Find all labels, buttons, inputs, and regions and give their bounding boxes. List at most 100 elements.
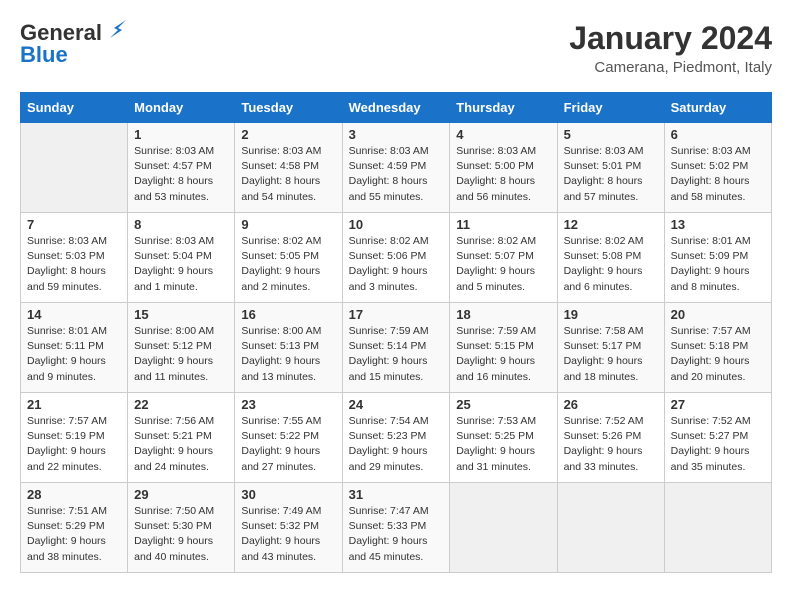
weekday-header-friday: Friday bbox=[557, 93, 664, 123]
weekday-header-saturday: Saturday bbox=[664, 93, 771, 123]
calendar-cell: 18 Sunrise: 7:59 AMSunset: 5:15 PMDayligh… bbox=[450, 303, 557, 393]
day-number: 26 bbox=[564, 397, 658, 412]
calendar-table: SundayMondayTuesdayWednesdayThursdayFrid… bbox=[20, 92, 772, 573]
calendar-cell: 29 Sunrise: 7:50 AMSunset: 5:30 PMDayligh… bbox=[128, 483, 235, 573]
day-number: 6 bbox=[671, 127, 765, 142]
calendar-cell: 1 Sunrise: 8:03 AMSunset: 4:57 PMDaylight… bbox=[128, 123, 235, 213]
calendar-cell: 30 Sunrise: 7:49 AMSunset: 5:32 PMDayligh… bbox=[235, 483, 342, 573]
day-info: Sunrise: 8:02 AMSunset: 5:05 PMDaylight:… bbox=[241, 234, 335, 295]
day-info: Sunrise: 7:59 AMSunset: 5:14 PMDaylight:… bbox=[349, 324, 444, 385]
weekday-header-thursday: Thursday bbox=[450, 93, 557, 123]
day-info: Sunrise: 7:52 AMSunset: 5:26 PMDaylight:… bbox=[564, 414, 658, 475]
day-info: Sunrise: 7:59 AMSunset: 5:15 PMDaylight:… bbox=[456, 324, 550, 385]
day-info: Sunrise: 8:03 AMSunset: 5:04 PMDaylight:… bbox=[134, 234, 228, 295]
day-number: 12 bbox=[564, 217, 658, 232]
logo-icon bbox=[104, 20, 126, 42]
day-number: 30 bbox=[241, 487, 335, 502]
day-number: 15 bbox=[134, 307, 228, 322]
day-info: Sunrise: 7:47 AMSunset: 5:33 PMDaylight:… bbox=[349, 504, 444, 565]
day-number: 13 bbox=[671, 217, 765, 232]
weekday-header-sunday: Sunday bbox=[21, 93, 128, 123]
day-info: Sunrise: 7:55 AMSunset: 5:22 PMDaylight:… bbox=[241, 414, 335, 475]
calendar-cell: 14 Sunrise: 8:01 AMSunset: 5:11 PMDayligh… bbox=[21, 303, 128, 393]
calendar-cell: 22 Sunrise: 7:56 AMSunset: 5:21 PMDayligh… bbox=[128, 393, 235, 483]
weekday-header-row: SundayMondayTuesdayWednesdayThursdayFrid… bbox=[21, 93, 772, 123]
day-number: 28 bbox=[27, 487, 121, 502]
month-title: January 2024 bbox=[569, 20, 772, 57]
day-number: 14 bbox=[27, 307, 121, 322]
day-number: 24 bbox=[349, 397, 444, 412]
calendar-cell: 27Sunrise: 7:52 AMSunset: 5:27 PMDayligh… bbox=[664, 393, 771, 483]
day-info: Sunrise: 8:03 AMSunset: 4:57 PMDaylight:… bbox=[134, 144, 228, 205]
title-block: January 2024 Camerana, Piedmont, Italy bbox=[569, 20, 772, 76]
day-info: Sunrise: 8:03 AMSunset: 5:02 PMDaylight:… bbox=[671, 144, 765, 205]
day-info: Sunrise: 8:02 AMSunset: 5:06 PMDaylight:… bbox=[349, 234, 444, 295]
day-info: Sunrise: 8:00 AMSunset: 5:12 PMDaylight:… bbox=[134, 324, 228, 385]
day-number: 22 bbox=[134, 397, 228, 412]
calendar-cell: 9 Sunrise: 8:02 AMSunset: 5:05 PMDaylight… bbox=[235, 213, 342, 303]
day-number: 4 bbox=[456, 127, 550, 142]
calendar-cell: 13 Sunrise: 8:01 AMSunset: 5:09 PMDayligh… bbox=[664, 213, 771, 303]
day-number: 2 bbox=[241, 127, 335, 142]
calendar-week-row: 14 Sunrise: 8:01 AMSunset: 5:11 PMDayligh… bbox=[21, 303, 772, 393]
day-info: Sunrise: 7:53 AMSunset: 5:25 PMDaylight:… bbox=[456, 414, 550, 475]
day-number: 29 bbox=[134, 487, 228, 502]
calendar-cell: 20Sunrise: 7:57 AMSunset: 5:18 PMDayligh… bbox=[664, 303, 771, 393]
calendar-week-row: 1 Sunrise: 8:03 AMSunset: 4:57 PMDaylight… bbox=[21, 123, 772, 213]
calendar-cell: 11 Sunrise: 8:02 AMSunset: 5:07 PMDayligh… bbox=[450, 213, 557, 303]
day-info: Sunrise: 8:01 AMSunset: 5:09 PMDaylight:… bbox=[671, 234, 765, 295]
day-info: Sunrise: 7:54 AMSunset: 5:23 PMDaylight:… bbox=[349, 414, 444, 475]
day-info: Sunrise: 7:52 AMSunset: 5:27 PMDaylight:… bbox=[671, 414, 765, 475]
calendar-cell: 17 Sunrise: 7:59 AMSunset: 5:14 PMDayligh… bbox=[342, 303, 450, 393]
calendar-cell: 25 Sunrise: 7:53 AMSunset: 5:25 PMDayligh… bbox=[450, 393, 557, 483]
day-number: 1 bbox=[134, 127, 228, 142]
calendar-cell: 10Sunrise: 8:02 AMSunset: 5:06 PMDayligh… bbox=[342, 213, 450, 303]
calendar-cell: 3 Sunrise: 8:03 AMSunset: 4:59 PMDaylight… bbox=[342, 123, 450, 213]
day-number: 18 bbox=[456, 307, 550, 322]
day-number: 7 bbox=[27, 217, 121, 232]
calendar-cell: 19Sunrise: 7:58 AMSunset: 5:17 PMDayligh… bbox=[557, 303, 664, 393]
calendar-cell bbox=[450, 483, 557, 573]
location: Camerana, Piedmont, Italy bbox=[569, 59, 772, 76]
day-info: Sunrise: 7:57 AMSunset: 5:19 PMDaylight:… bbox=[27, 414, 121, 475]
calendar-cell: 24 Sunrise: 7:54 AMSunset: 5:23 PMDayligh… bbox=[342, 393, 450, 483]
calendar-cell: 5Sunrise: 8:03 AMSunset: 5:01 PMDaylight… bbox=[557, 123, 664, 213]
day-info: Sunrise: 8:02 AMSunset: 5:08 PMDaylight:… bbox=[564, 234, 658, 295]
calendar-week-row: 28Sunrise: 7:51 AMSunset: 5:29 PMDayligh… bbox=[21, 483, 772, 573]
day-number: 3 bbox=[349, 127, 444, 142]
calendar-cell: 21 Sunrise: 7:57 AMSunset: 5:19 PMDayligh… bbox=[21, 393, 128, 483]
calendar-cell: 4 Sunrise: 8:03 AMSunset: 5:00 PMDaylight… bbox=[450, 123, 557, 213]
weekday-header-monday: Monday bbox=[128, 93, 235, 123]
day-info: Sunrise: 7:50 AMSunset: 5:30 PMDaylight:… bbox=[134, 504, 228, 565]
calendar-week-row: 21 Sunrise: 7:57 AMSunset: 5:19 PMDayligh… bbox=[21, 393, 772, 483]
calendar-cell: 28Sunrise: 7:51 AMSunset: 5:29 PMDayligh… bbox=[21, 483, 128, 573]
calendar-cell: 2 Sunrise: 8:03 AMSunset: 4:58 PMDaylight… bbox=[235, 123, 342, 213]
calendar-cell: 12 Sunrise: 8:02 AMSunset: 5:08 PMDayligh… bbox=[557, 213, 664, 303]
day-number: 20 bbox=[671, 307, 765, 322]
day-info: Sunrise: 8:02 AMSunset: 5:07 PMDaylight:… bbox=[456, 234, 550, 295]
page-header: General Blue January 2024 Camerana, Pied… bbox=[20, 20, 772, 76]
calendar-cell: 15 Sunrise: 8:00 AMSunset: 5:12 PMDayligh… bbox=[128, 303, 235, 393]
weekday-header-wednesday: Wednesday bbox=[342, 93, 450, 123]
day-number: 21 bbox=[27, 397, 121, 412]
day-info: Sunrise: 8:01 AMSunset: 5:11 PMDaylight:… bbox=[27, 324, 121, 385]
calendar-cell: 6 Sunrise: 8:03 AMSunset: 5:02 PMDaylight… bbox=[664, 123, 771, 213]
calendar-cell: 8Sunrise: 8:03 AMSunset: 5:04 PMDaylight… bbox=[128, 213, 235, 303]
day-info: Sunrise: 8:03 AMSunset: 5:00 PMDaylight:… bbox=[456, 144, 550, 205]
day-number: 23 bbox=[241, 397, 335, 412]
weekday-header-tuesday: Tuesday bbox=[235, 93, 342, 123]
day-number: 5 bbox=[564, 127, 658, 142]
calendar-cell: 26 Sunrise: 7:52 AMSunset: 5:26 PMDayligh… bbox=[557, 393, 664, 483]
day-info: Sunrise: 8:03 AMSunset: 4:59 PMDaylight:… bbox=[349, 144, 444, 205]
calendar-cell: 16Sunrise: 8:00 AMSunset: 5:13 PMDayligh… bbox=[235, 303, 342, 393]
day-info: Sunrise: 7:49 AMSunset: 5:32 PMDaylight:… bbox=[241, 504, 335, 565]
day-number: 17 bbox=[349, 307, 444, 322]
day-info: Sunrise: 7:56 AMSunset: 5:21 PMDaylight:… bbox=[134, 414, 228, 475]
day-number: 25 bbox=[456, 397, 550, 412]
day-number: 9 bbox=[241, 217, 335, 232]
day-number: 16 bbox=[241, 307, 335, 322]
day-number: 11 bbox=[456, 217, 550, 232]
calendar-cell bbox=[21, 123, 128, 213]
calendar-cell bbox=[664, 483, 771, 573]
day-info: Sunrise: 8:03 AMSunset: 4:58 PMDaylight:… bbox=[241, 144, 335, 205]
